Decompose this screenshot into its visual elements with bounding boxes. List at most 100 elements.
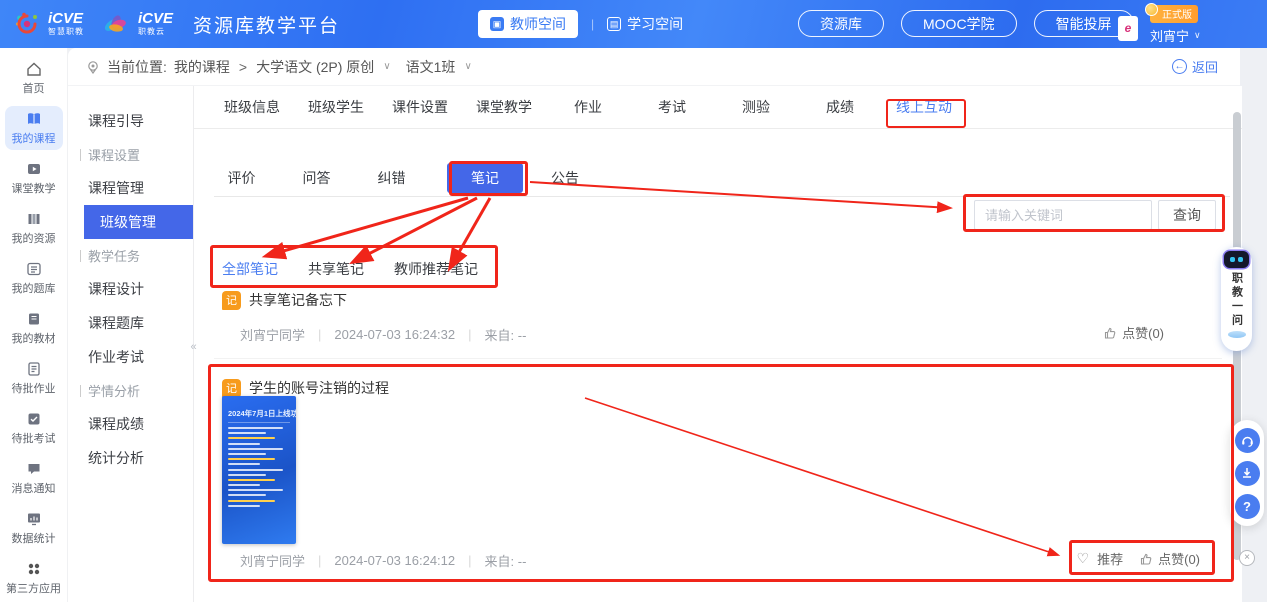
tab-grades[interactable]: 成绩 [798,86,882,128]
exam-icon [26,411,42,427]
cert-doc-icon[interactable]: e [1118,16,1138,41]
note-actions: ♡ 推荐 点赞(0) [1077,549,1200,568]
customer-service-button[interactable] [1235,428,1260,453]
thumbs-up-icon [1139,552,1153,566]
note-source: 来自: -- [485,551,527,570]
close-widget-button[interactable]: × [1239,550,1255,566]
location-pin-icon [86,60,100,74]
subtab-correction[interactable]: 纠错 [354,168,429,188]
rail-item-message-notifications[interactable]: 消息通知 [5,456,63,500]
tab-online-interaction[interactable]: 线上互动 [882,86,966,128]
like-button[interactable]: 点赞(0) [1103,323,1164,342]
note-badge-icon: 记 [222,291,241,310]
rail-item-classroom-teaching[interactable]: 课堂教学 [5,156,63,200]
filter-shared-notes[interactable]: 共享笔记 [308,254,364,284]
list-divider [214,358,1222,359]
rail-item-home[interactable]: 首页 [5,56,63,100]
filter-teacher-recommended-notes[interactable]: 教师推荐笔记 [394,254,478,284]
download-button[interactable] [1235,461,1260,486]
rail-item-my-courses[interactable]: 我的课程 [5,106,63,150]
rail-label: 消息通知 [12,480,56,496]
subtab-announcement[interactable]: 公告 [535,168,595,188]
menu-item-course-question-bank[interactable]: 课程题库 [68,306,193,340]
thumbnail-title: 2024年7月1日上线功能 [228,408,290,423]
rail-label: 待批考试 [12,430,56,446]
class-tabs: 班级信息 班级学生 课件设置 课堂教学 作业 考试 测验 成绩 线上互动 [210,86,966,128]
learning-space-label: 学习空间 [627,14,683,34]
user-menu[interactable]: 刘宵宁 ∨ [1150,26,1201,45]
menu-item-statistics-analysis[interactable]: 统计分析 [68,441,193,475]
header-quick-links: 资源库 MOOC学院 智能投屏 [798,10,1134,37]
brand-sub: 智慧职教 [48,26,84,37]
note-filters: 全部笔记 共享笔记 教师推荐笔记 [222,254,478,284]
brand-name: iCVE [48,12,84,26]
rail-item-pending-homework[interactable]: 待批作业 [5,356,63,400]
menu-item-class-management[interactable]: 班级管理 [84,205,193,239]
filter-all-notes[interactable]: 全部笔记 [222,254,278,284]
teacher-space-button[interactable]: ▣ 教师空间 [478,10,578,38]
thumbnail-text-lines [228,427,290,507]
note-title[interactable]: 共享笔记备忘下 [249,290,347,310]
mooc-academy-button[interactable]: MOOC学院 [901,10,1017,37]
rail-item-data-statistics[interactable]: 数据统计 [5,506,63,550]
tab-homework[interactable]: 作业 [546,86,630,128]
back-button[interactable]: ← 返回 [1172,57,1218,76]
menu-item-course-management[interactable]: 课程管理 [68,171,193,205]
rail-label: 首页 [23,80,45,96]
menu-item-course-grades[interactable]: 课程成绩 [68,407,193,441]
back-label: 返回 [1192,57,1218,76]
assistant-label: 职教一问 [1229,272,1245,328]
tab-courseware-settings[interactable]: 课件设置 [378,86,462,128]
textbook-icon [26,311,42,327]
menu-item-homework-exam[interactable]: 作业考试 [68,340,193,374]
like-button[interactable]: 点赞(0) [1139,549,1200,568]
tab-class-info[interactable]: 班级信息 [210,86,294,128]
homework-icon [26,361,42,377]
breadcrumb-course-select[interactable]: 大学语文 (2P) 原创 [256,57,374,77]
chevron-down-icon: ∨ [464,61,471,72]
teacher-space-icon: ▣ [490,17,504,31]
subtab-qa[interactable]: 问答 [279,168,354,188]
assistant-widget[interactable]: 职教一问 [1221,247,1252,351]
rail-label: 第三方应用 [6,580,61,596]
space-switcher: ▣ 教师空间 | ▤ 学习空间 [478,10,683,38]
menu-collapse-handle[interactable]: « [186,332,201,362]
breadcrumb-location-label: 当前位置: [107,57,167,77]
statistics-icon [26,511,42,527]
note-meta: 刘宵宁同学 | 2024-07-03 16:24:12 | 来自: -- [240,551,526,570]
help-button[interactable]: ? [1235,494,1260,519]
tab-class-students[interactable]: 班级学生 [294,86,378,128]
menu-item-course-design[interactable]: 课程设计 [68,272,193,306]
brand2-name: iCVE [138,12,173,26]
rail-item-third-party-apps[interactable]: 第三方应用 [5,556,63,600]
subtab-notes[interactable]: 笔记 [447,163,523,193]
resource-library-button[interactable]: 资源库 [798,10,884,37]
left-rail: 首页 我的课程 课堂教学 我的资源 我的题库 我的教材 待批作业 待批考试 消息… [0,48,68,602]
breadcrumb-class-select[interactable]: 语文1班 [406,57,456,77]
note-title[interactable]: 学生的账号注销的过程 [249,378,389,398]
query-button[interactable]: 查询 [1158,200,1216,230]
question-mark-icon: ? [1243,499,1251,514]
recommend-button[interactable]: ♡ 推荐 [1077,549,1124,568]
rail-item-my-resources[interactable]: 我的资源 [5,206,63,250]
rail-item-my-textbooks[interactable]: 我的教材 [5,306,63,350]
rail-item-pending-exams[interactable]: 待批考试 [5,406,63,450]
keyword-search-input[interactable] [974,200,1152,230]
tab-classroom-teaching[interactable]: 课堂教学 [462,86,546,128]
subtab-evaluation[interactable]: 评价 [204,168,279,188]
meta-separator: | [468,327,471,342]
rail-label: 我的课程 [12,130,56,146]
teacher-space-label: 教师空间 [510,14,566,34]
note-attachment-thumbnail[interactable]: 2024年7月1日上线功能 [222,396,296,544]
chevron-down-icon: ∨ [383,61,390,72]
tab-quiz[interactable]: 测验 [714,86,798,128]
tab-exam[interactable]: 考试 [630,86,714,128]
learning-space-button[interactable]: ▤ 学习空间 [607,14,683,34]
menu-item-course-guide[interactable]: 课程引导 [68,104,193,138]
user-name: 刘宵宁 [1150,26,1189,45]
menu-section-course-settings: 课程设置 [68,138,193,171]
breadcrumb-my-courses[interactable]: 我的课程 [174,57,230,77]
menu-section-learning-analysis: 学情分析 [68,374,193,407]
rail-item-my-question-bank[interactable]: 我的题库 [5,256,63,300]
main-panel: 班级信息 班级学生 课件设置 课堂教学 作业 考试 测验 成绩 线上互动 评价 … [194,86,1242,602]
